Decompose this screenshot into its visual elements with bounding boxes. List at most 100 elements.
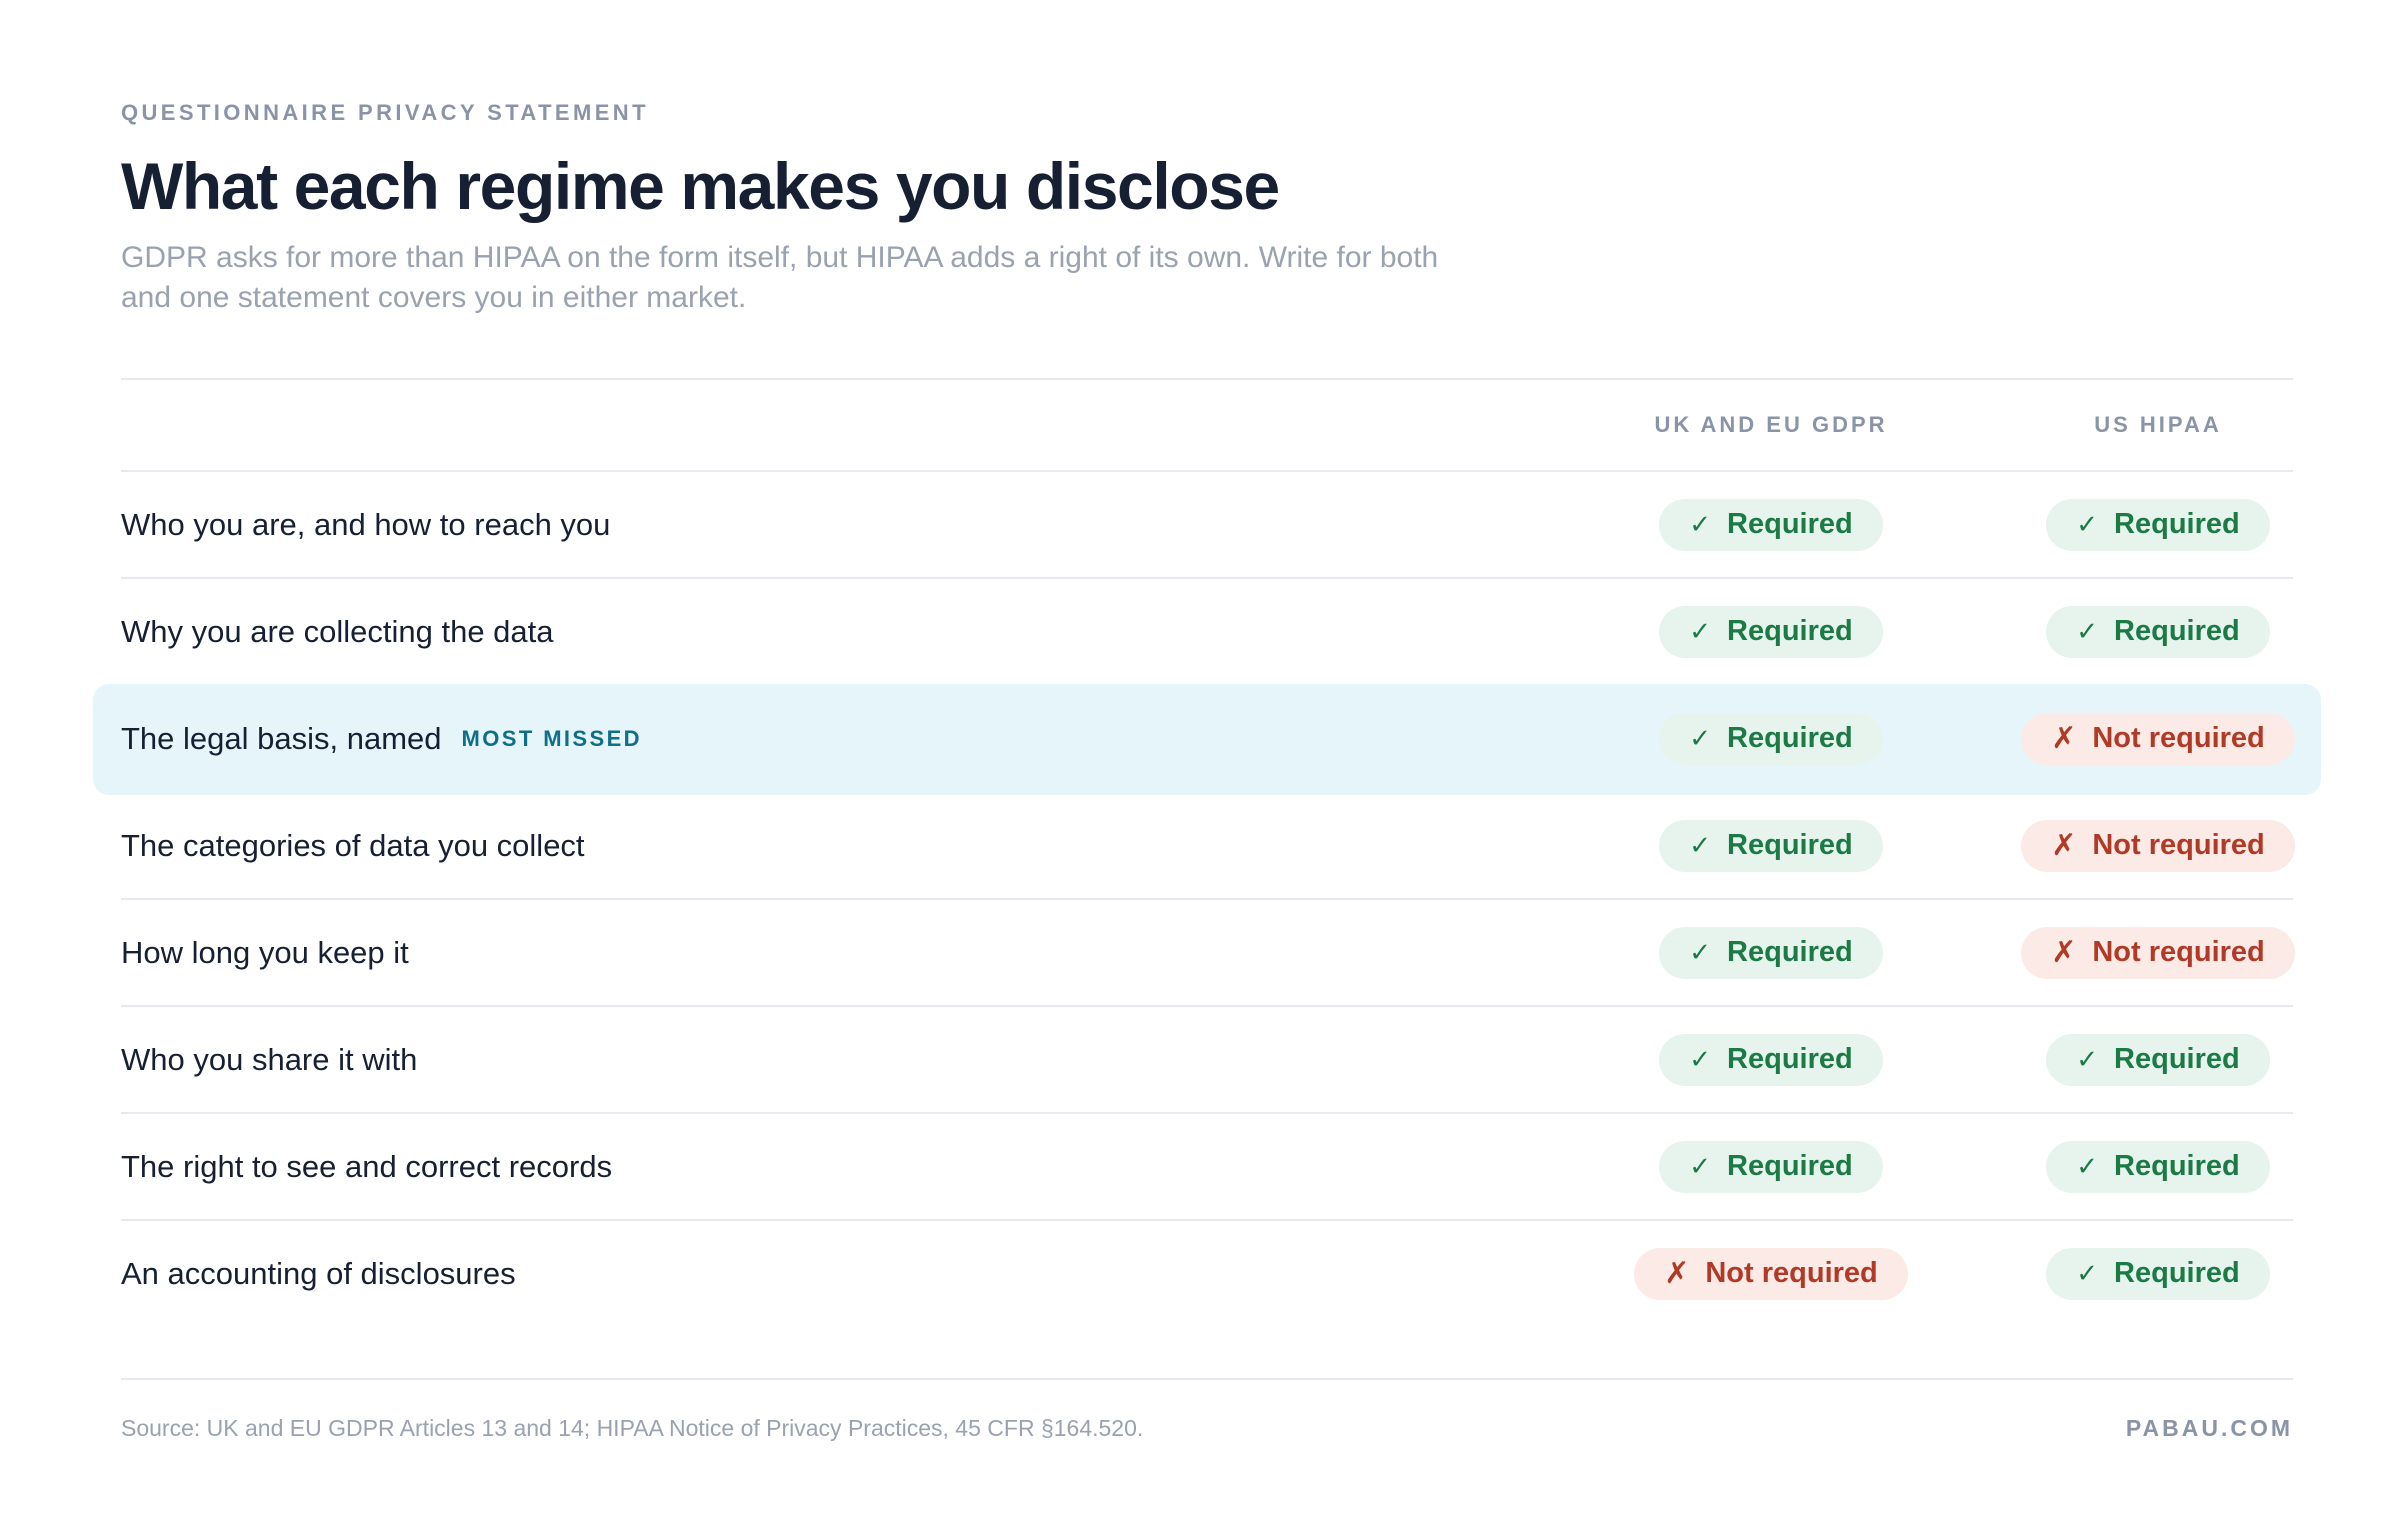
page: QUESTIONNAIRE PRIVACY STATEMENT What eac… xyxy=(93,0,2321,1538)
required-badge: ✓ Required xyxy=(2046,1033,2270,1086)
page-title: What each regime makes you disclose xyxy=(121,149,1280,223)
footer-divider xyxy=(121,1378,2293,1380)
row-label-text: How long you keep it xyxy=(121,934,409,970)
required-badge: ✓ Required xyxy=(1659,498,1883,551)
badge-label: Required xyxy=(1727,1043,1853,1075)
row-label-text: Why you are collecting the data xyxy=(121,613,554,649)
check-icon: ✓ xyxy=(1689,937,1712,967)
check-icon: ✓ xyxy=(1689,830,1712,860)
cross-icon: ✗ xyxy=(2051,936,2077,969)
table-row: The right to see and correct records ✓ Req… xyxy=(121,1114,2293,1221)
hipaa-cell: ✓ Required xyxy=(1971,1007,2345,1112)
gdpr-cell: ✓ Required xyxy=(1571,472,1971,577)
row-label-text: The right to see and correct records xyxy=(121,1148,613,1184)
required-badge: ✓ Required xyxy=(1659,605,1883,658)
badge-label: Required xyxy=(2114,615,2240,647)
table-body: Who you are, and how to reach you ✓ Requir… xyxy=(93,472,2321,1328)
gdpr-cell: ✗ Not required xyxy=(1571,1221,1971,1326)
badge-label: Required xyxy=(1727,829,1853,861)
not-required-badge: ✗ Not required xyxy=(2021,926,2295,979)
badge-label: Required xyxy=(1727,722,1853,754)
comparison-table: UK AND EU GDPR US HIPAA Who you are, and… xyxy=(93,378,2321,1328)
row-label-text: The legal basis, named xyxy=(121,720,442,756)
hipaa-cell: ✓ Required xyxy=(1971,579,2345,684)
badge-label: Required xyxy=(1727,615,1853,647)
eyebrow: QUESTIONNAIRE PRIVACY STATEMENT xyxy=(121,100,649,125)
table-row: Who you share it with ✓ Required ✓ Required xyxy=(121,1007,2293,1114)
check-icon: ✓ xyxy=(1689,723,1712,753)
badge-label: Required xyxy=(2114,508,2240,540)
brand-link[interactable]: PABAU.COM xyxy=(2126,1415,2293,1442)
required-badge: ✓ Required xyxy=(2046,1140,2270,1193)
required-badge: ✓ Required xyxy=(1659,1140,1883,1193)
badge-label: Required xyxy=(2114,1150,2240,1182)
most-missed-tag: MOST MISSED xyxy=(461,725,642,751)
check-icon: ✓ xyxy=(1689,509,1712,539)
hipaa-cell: ✗ Not required xyxy=(1971,686,2345,791)
table-row: Who you are, and how to reach you ✓ Requir… xyxy=(121,472,2293,579)
row-label: Why you are collecting the data xyxy=(121,579,554,684)
row-label: Who you share it with xyxy=(121,1007,417,1112)
row-label-text: An accounting of disclosures xyxy=(121,1255,516,1291)
source-note: Source: UK and EU GDPR Articles 13 and 1… xyxy=(121,1415,1144,1441)
column-header-hipaa: US HIPAA xyxy=(2094,412,2222,437)
not-required-badge: ✗ Not required xyxy=(1634,1247,1908,1300)
check-icon: ✓ xyxy=(1689,616,1712,646)
cross-icon: ✗ xyxy=(1664,1257,1690,1290)
required-badge: ✓ Required xyxy=(1659,819,1883,872)
hipaa-cell: ✗ Not required xyxy=(1971,793,2345,898)
required-badge: ✓ Required xyxy=(1659,1033,1883,1086)
row-label: The legal basis, named MOST MISSED xyxy=(121,686,642,791)
row-label: The categories of data you collect xyxy=(121,793,585,898)
hipaa-cell: ✓ Required xyxy=(1971,472,2345,577)
check-icon: ✓ xyxy=(1689,1044,1712,1074)
gdpr-cell: ✓ Required xyxy=(1571,686,1971,791)
row-label: The right to see and correct records xyxy=(121,1114,612,1219)
row-label: Who you are, and how to reach you xyxy=(121,472,610,577)
row-label: How long you keep it xyxy=(121,900,409,1005)
table-row: How long you keep it ✓ Required ✗ Not requir… xyxy=(121,900,2295,1007)
required-badge: ✓ Required xyxy=(1659,712,1883,765)
hipaa-cell: ✗ Not required xyxy=(1971,900,2345,1005)
badge-label: Required xyxy=(1727,1150,1853,1182)
badge-label: Required xyxy=(1727,508,1853,540)
check-icon: ✓ xyxy=(2076,616,2099,646)
cross-icon: ✗ xyxy=(2051,722,2077,755)
table-row: Why you are collecting the data ✓ Required… xyxy=(121,579,2293,686)
check-icon: ✓ xyxy=(1689,1151,1712,1181)
check-icon: ✓ xyxy=(2076,509,2099,539)
not-required-badge: ✗ Not required xyxy=(2021,712,2295,765)
required-badge: ✓ Required xyxy=(2046,605,2270,658)
gdpr-cell: ✓ Required xyxy=(1571,1007,1971,1112)
cross-icon: ✗ xyxy=(2051,829,2077,862)
badge-label: Not required xyxy=(2092,936,2265,968)
hipaa-cell: ✓ Required xyxy=(1971,1114,2345,1219)
gdpr-cell: ✓ Required xyxy=(1571,793,1971,898)
table-row: An accounting of disclosures ✗ Not require… xyxy=(121,1221,2293,1328)
row-label-text: Who you share it with xyxy=(121,1041,418,1077)
badge-label: Required xyxy=(1727,936,1853,968)
badge-label: Not required xyxy=(1705,1257,1878,1289)
required-badge: ✓ Required xyxy=(2046,498,2270,551)
column-header-gdpr: UK AND EU GDPR xyxy=(1654,412,1888,437)
gdpr-cell: ✓ Required xyxy=(1571,900,1971,1005)
required-badge: ✓ Required xyxy=(2046,1247,2270,1300)
table-row: The categories of data you collect ✓ Requi… xyxy=(121,793,2295,900)
table-header: UK AND EU GDPR US HIPAA xyxy=(121,380,2293,472)
badge-label: Not required xyxy=(2092,722,2265,754)
table-row: The legal basis, named MOST MISSED ✓ Requir… xyxy=(93,684,2321,795)
badge-label: Not required xyxy=(2092,829,2265,861)
required-badge: ✓ Required xyxy=(1659,926,1883,979)
not-required-badge: ✗ Not required xyxy=(2021,819,2295,872)
row-label-text: Who you are, and how to reach you xyxy=(121,506,611,542)
gdpr-cell: ✓ Required xyxy=(1571,579,1971,684)
badge-label: Required xyxy=(2114,1043,2240,1075)
hipaa-cell: ✓ Required xyxy=(1971,1221,2345,1326)
row-label-text: The categories of data you collect xyxy=(121,827,585,863)
page-subtitle: GDPR asks for more than HIPAA on the for… xyxy=(121,241,1439,314)
gdpr-cell: ✓ Required xyxy=(1571,1114,1971,1219)
check-icon: ✓ xyxy=(2076,1044,2099,1074)
check-icon: ✓ xyxy=(2076,1151,2099,1181)
badge-label: Required xyxy=(2114,1257,2240,1289)
row-label: An accounting of disclosures xyxy=(121,1221,516,1326)
